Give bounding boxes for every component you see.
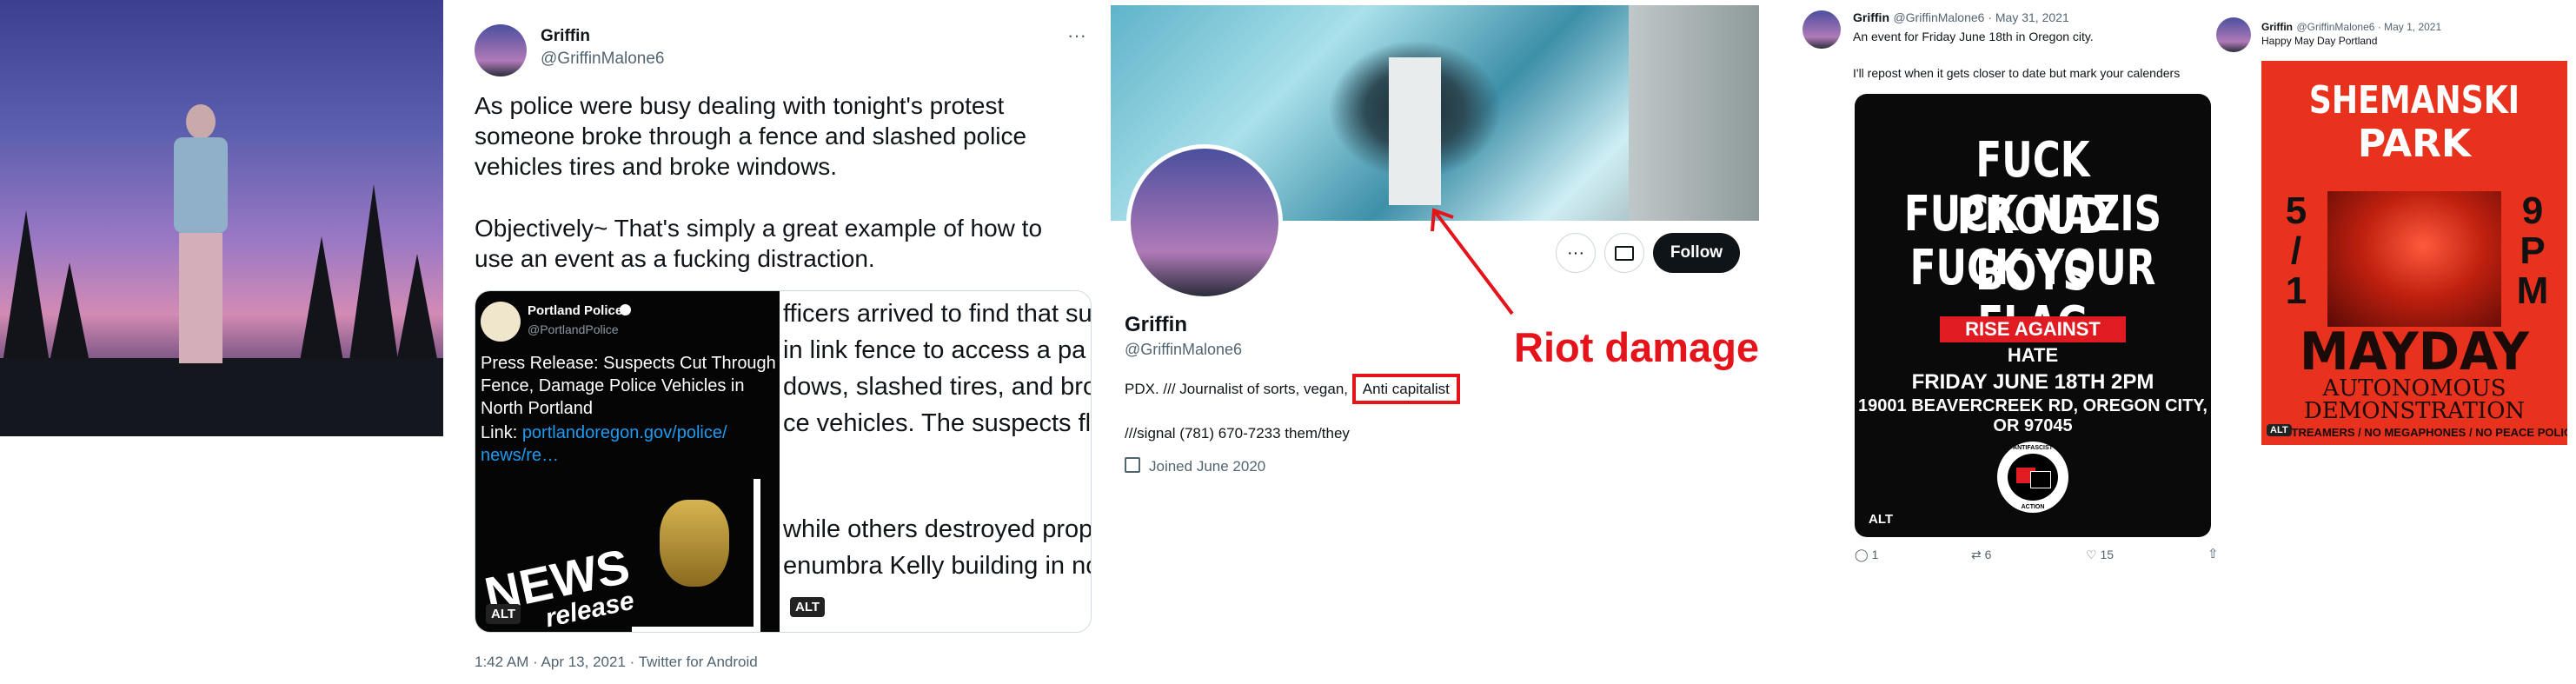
poster-photo [2327,191,2501,327]
poster-banner: RISE AGAINST HATE [1940,316,2126,366]
message-button[interactable] [1604,233,1644,273]
heart-icon: ♡ [2086,548,2097,561]
article-line: while others destroyed prop [783,515,1092,543]
reply-icon: ◯ [1855,548,1869,561]
poster-line: FUCK NAZIS [1903,186,2162,242]
tweet-text-2: Objectively~ That's simply a great examp… [475,215,1043,272]
tweet-text: Happy May Day Portland [2261,35,2378,47]
event-poster[interactable]: FUCK PROUD BOYS FUCK NAZIS FUCK YOUR FLA… [1855,94,2211,537]
embedded-title: Press Release: Suspects Cut Through Fenc… [481,354,776,418]
embedded-handle: @PortlandPolice [528,322,619,336]
antifa-logo: ANTIFASCIST ACTION [1997,442,2068,513]
tweet-header: Griffin @GriffinMalone6 · May 1, 2021 [2261,19,2441,35]
reply-button[interactable]: ◯ 1 [1855,548,1878,562]
embedded-link[interactable]: Link: portlandoregon.gov/police/ news/re… [481,422,759,467]
antifa-logo-bottom: ACTION [2021,504,2045,510]
poster-date: FRIDAY JUNE 18TH 2PM [1911,370,2154,394]
author-name[interactable]: Griffin [1853,10,1889,24]
tweet-text-1: As police were busy dealing with tonight… [475,92,1027,180]
mayday-poster[interactable]: SHEMANSKI PARK 5 / 1 9 P M MAYDAY AUTONO… [2261,61,2567,445]
avatar[interactable] [1803,10,1841,49]
profile-avatar[interactable] [1126,144,1283,301]
poster-sub: DEMONSTRATION [2303,398,2526,424]
tweet-text: An event for Friday June 18th in Oregon … [1853,30,2094,43]
profile-contact: ///signal (781) 670-7233 them/they [1125,425,1350,442]
alt-badge[interactable]: ALT [486,604,521,624]
more-options-button[interactable]: ··· [1556,233,1596,273]
share-icon[interactable]: ⇧ [2208,546,2219,561]
like-count: 15 [2100,548,2115,561]
alt-badge[interactable]: ALT [2267,424,2292,436]
author-handle-date[interactable]: @GriffinMalone6 · May 31, 2021 [1893,10,2068,24]
profile-bio: PDX. /// Journalist of sorts, vegan, Ant… [1125,374,1460,404]
profile-photo [0,0,443,436]
follow-button[interactable]: Follow [1653,233,1740,273]
poster-title: SHEMANSKI [2308,78,2520,123]
embedded-name: Portland Police [528,303,623,318]
reply-count: 1 [1871,548,1879,561]
envelope-icon [1615,245,1634,261]
author-name[interactable]: Griffin [2261,21,2293,33]
tweet-text: I'll repost when it gets closer to date … [1853,66,2181,80]
police-badge-icon [660,500,729,587]
date-part: 1 [2285,269,2307,312]
bio-highlight-box: Anti capitalist [1351,374,1460,404]
article-line: ce vehicles. The suspects fle [783,409,1092,437]
verified-icon [620,304,631,315]
alt-badge[interactable]: ALT [1863,509,1898,529]
alt-badge[interactable]: ALT [790,597,826,617]
time-part: M [2516,269,2549,312]
author-handle[interactable]: @GriffinMalone6 [541,50,665,69]
annotation-label: Riot damage [1514,324,1760,370]
article-line: fficers arrived to find that su [783,300,1092,328]
retweet-button[interactable]: ⇄ 6 [1971,548,1991,562]
embedded-screenshot[interactable]: Portland Police @PortlandPolice Press Re… [475,291,780,632]
poster-date: 5 / 1 [2279,191,2314,311]
person-figure [170,104,231,365]
retweet-count: 6 [1984,548,1992,561]
tweet-timestamp[interactable]: 1:42 AM · Apr 13, 2021 · Twitter for And… [475,654,758,671]
article-line: in link fence to access a pa [783,336,1086,364]
bio-text: PDX. /// Journalist of sorts, vegan, [1125,381,1349,397]
more-icon: ··· [1567,242,1584,262]
calendar-icon [1125,457,1140,473]
author-name[interactable]: Griffin [541,27,590,46]
author-handle-date[interactable]: @GriffinMalone6 · May 1, 2021 [2296,21,2441,33]
poster-address: 19001 BEAVERCREEK RD, OREGON CITY, OR 97… [1858,396,2208,435]
more-icon[interactable]: ··· [1067,24,1086,47]
news-release-graphic: NEWS release ALT [475,474,780,632]
poster-title: PARK [2357,122,2472,166]
portland-police-avatar [481,302,521,342]
profile-name: Griffin [1125,313,1187,336]
article-line: dows, slashed tires, and bro [783,373,1092,401]
annotation-arrow [1431,208,1514,315]
poster-time: 9 P M [2513,191,2552,311]
time-part: 9 [2521,189,2544,232]
antifa-logo-top: ANTIFASCIST [2013,445,2053,451]
poster-footer: STREAMERS / NO MEGAPHONES / NO PEACE POL… [2283,426,2567,439]
like-button[interactable]: ♡ 15 [2086,548,2114,562]
tweet-header: Griffin @GriffinMalone6 · May 31, 2021 [1853,10,2069,26]
poster-mayday: MAYDAY [2300,322,2529,382]
avatar[interactable] [475,24,527,76]
profile-handle: @GriffinMalone6 [1125,341,1242,358]
time-part: P [2520,229,2546,272]
link-label: Link: [481,423,518,442]
article-line: enumbra Kelly building in no [783,552,1092,580]
embedded-article-crop[interactable]: fficers arrived to find that su in link … [780,291,1091,632]
link-url[interactable]: portlandoregon.gov/police/ news/re… [481,423,727,465]
profile-joined: Joined June 2020 [1149,458,1266,475]
tweet-media[interactable]: Portland Police @PortlandPolice Press Re… [475,290,1092,633]
retweet-icon: ⇄ [1971,548,1982,561]
date-part: / [2290,229,2302,272]
date-part: 5 [2285,189,2307,232]
avatar[interactable] [2216,17,2251,52]
